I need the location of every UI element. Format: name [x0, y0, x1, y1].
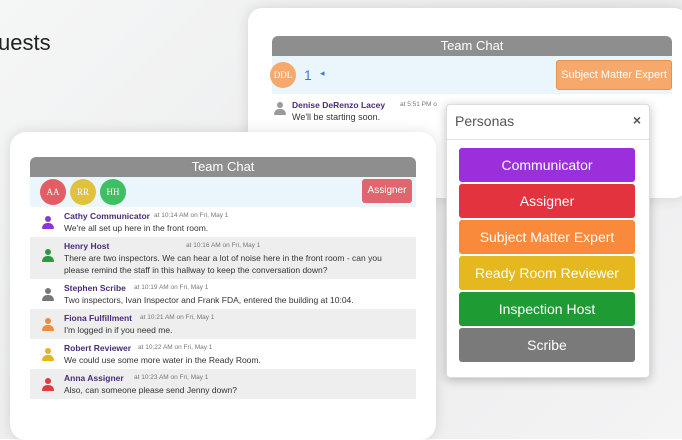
collapse-arrow-icon[interactable]: ◂	[320, 68, 325, 79]
message-row: Stephen Scribe at 10:19 AM on Fri, May 1…	[30, 279, 416, 309]
message-time: at 10:19 AM on Fri, May 1	[134, 284, 209, 291]
message-time: at 10:22 AM on Fri, May 1	[138, 344, 213, 351]
message-row: Anna Assigner at 10:23 AM on Fri, May 1 …	[30, 369, 416, 399]
chat-header: Team Chat	[272, 36, 672, 56]
avatar[interactable]: DDL	[270, 62, 296, 88]
participants-bar: DDL 1 ◂ Subject Matter Expert	[270, 56, 672, 94]
message-time: at 5:51 PM o	[400, 101, 437, 108]
person-icon	[42, 249, 54, 263]
persona-subject-matter-expert-button[interactable]: Subject Matter Expert	[459, 220, 635, 254]
persona-button[interactable]: Assigner	[362, 179, 412, 203]
message-text: There are two inspectors. We can hear a …	[64, 253, 382, 275]
person-icon	[42, 348, 54, 362]
message-author: Fiona Fulfillment	[64, 313, 132, 323]
persona-button[interactable]: Subject Matter Expert	[556, 60, 672, 90]
participant-count: 1	[304, 67, 312, 83]
message-text: We'll be starting soon.	[292, 112, 381, 122]
message-time: at 10:14 AM on Fri, May 1	[154, 212, 229, 219]
persona-ready-room-reviewer-button[interactable]: Ready Room Reviewer	[459, 256, 635, 290]
front-team-chat: Team Chat AA RR HH Assigner Cathy Commun…	[30, 157, 416, 399]
message-time: at 10:16 AM on Fri, May 1	[186, 242, 261, 249]
message-time: at 10:21 AM on Fri, May 1	[140, 314, 215, 321]
personas-popup: Personas × Communicator Assigner Subject…	[446, 104, 650, 378]
avatar-rr[interactable]: RR	[70, 179, 96, 205]
person-icon	[42, 216, 54, 230]
persona-scribe-button[interactable]: Scribe	[459, 328, 635, 362]
avatar-aa[interactable]: AA	[40, 179, 66, 205]
persona-inspection-host-button[interactable]: Inspection Host	[459, 292, 635, 326]
message-author: Stephen Scribe	[64, 283, 126, 293]
message-text: I'm logged in if you need me.	[64, 325, 173, 335]
message-row: Fiona Fulfillment at 10:21 AM on Fri, Ma…	[30, 309, 416, 339]
message-text: We could use some more water in the Read…	[64, 355, 261, 365]
message-author: Denise DeRenzo Lacey	[292, 100, 386, 110]
person-icon	[42, 288, 54, 302]
message-row: Cathy Communicator at 10:14 AM on Fri, M…	[30, 207, 416, 237]
message-author: Anna Assigner	[64, 373, 124, 383]
message-author: Cathy Communicator	[64, 211, 150, 221]
close-icon[interactable]: ×	[633, 112, 641, 128]
persona-communicator-button[interactable]: Communicator	[459, 148, 635, 182]
message-row: Henry Host at 10:16 AM on Fri, May 1 The…	[30, 237, 416, 279]
message-author: Henry Host	[64, 241, 110, 251]
participants-bar: AA RR HH Assigner	[30, 177, 416, 207]
message-text: Also, can someone please send Jenny down…	[64, 385, 237, 395]
avatar-hh[interactable]: HH	[100, 179, 126, 205]
message-text: Two inspectors, Ivan Inspector and Frank…	[64, 295, 354, 305]
popup-title: Personas	[455, 113, 515, 129]
message-author: Robert Reviewer	[64, 343, 132, 353]
chat-header: Team Chat	[30, 157, 416, 177]
page-heading-fragment: uests	[0, 30, 51, 55]
persona-assigner-button[interactable]: Assigner	[459, 184, 635, 218]
message-time: at 10:23 AM on Fri, May 1	[134, 374, 209, 381]
message-row: Robert Reviewer at 10:22 AM on Fri, May …	[30, 339, 416, 369]
person-icon	[274, 102, 286, 116]
divider	[447, 139, 649, 140]
message-text: We're all set up here in the front room.	[64, 223, 209, 233]
person-icon	[42, 378, 54, 392]
person-icon	[42, 318, 54, 332]
